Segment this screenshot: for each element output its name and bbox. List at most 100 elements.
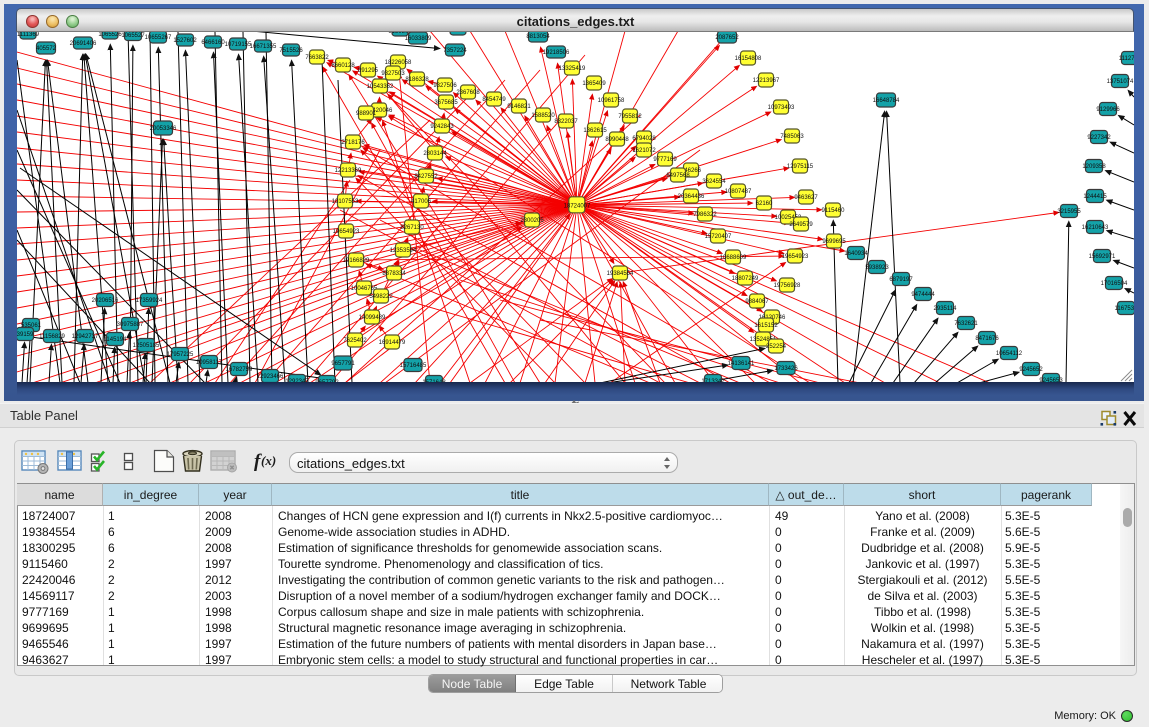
svg-text:8813054: 8813054 — [526, 34, 550, 40]
svg-text:9463627: 9463627 — [794, 195, 818, 201]
svg-text:20691406: 20691406 — [70, 41, 97, 47]
svg-text:19654923: 19654923 — [782, 254, 809, 260]
svg-text:8878334: 8878334 — [382, 271, 406, 277]
svg-text:1292347: 1292347 — [285, 379, 309, 382]
svg-text:2718176: 2718176 — [341, 140, 365, 146]
svg-text:1640934: 1640934 — [844, 251, 868, 257]
svg-text:2367608: 2367608 — [456, 90, 480, 96]
svg-text:8427552: 8427552 — [414, 174, 438, 180]
svg-text:9884067: 9884067 — [745, 299, 769, 305]
svg-text:1588520: 1588520 — [531, 113, 555, 119]
svg-text:6879197: 6879197 — [889, 277, 913, 283]
svg-text:9245653: 9245653 — [1039, 378, 1063, 382]
svg-text:39159: 39159 — [17, 332, 34, 338]
svg-text:10688609: 10688609 — [720, 255, 747, 261]
svg-text:14136141: 14136141 — [728, 361, 755, 367]
svg-text:19756928: 19756928 — [774, 283, 801, 289]
svg-text:9474444: 9474444 — [911, 292, 935, 298]
svg-text:12213369: 12213369 — [335, 168, 362, 174]
svg-text:15716485: 15716485 — [400, 363, 427, 369]
svg-text:3215955: 3215955 — [1057, 209, 1081, 215]
svg-text:12353594: 12353594 — [390, 248, 417, 254]
svg-text:2300205: 2300205 — [520, 218, 544, 224]
svg-text:20206516: 20206516 — [92, 298, 119, 304]
svg-text:8267130: 8267130 — [400, 225, 424, 231]
svg-text:1615152: 1615152 — [754, 323, 778, 329]
svg-text:988901: 988901 — [356, 111, 377, 117]
svg-text:1111369: 1111369 — [17, 32, 40, 38]
svg-text:891295: 891295 — [358, 68, 379, 74]
svg-text:1145194: 1145194 — [104, 337, 128, 343]
svg-text:17957225: 17957225 — [167, 352, 194, 358]
svg-text:8471676: 8471676 — [975, 336, 999, 342]
svg-text:13325419: 13325419 — [559, 66, 586, 72]
svg-text:1167533: 1167533 — [1115, 306, 1134, 312]
svg-text:417006: 417006 — [411, 199, 432, 205]
svg-text:9115460: 9115460 — [822, 208, 846, 214]
svg-text:9777169: 9777169 — [653, 157, 677, 163]
svg-text:1365409: 1365409 — [582, 81, 606, 87]
svg-text:8660128: 8660128 — [331, 63, 355, 69]
svg-text:9245652: 9245652 — [1019, 367, 1043, 373]
svg-text:9657791: 9657791 — [331, 361, 355, 367]
svg-text:2087652: 2087652 — [715, 35, 739, 41]
svg-text:7485063: 7485063 — [780, 134, 804, 140]
svg-text:11156829: 11156829 — [39, 334, 65, 340]
svg-text:9242843: 9242843 — [430, 124, 454, 130]
svg-text:7515526: 7515526 — [279, 48, 303, 54]
svg-text:12505185: 12505185 — [133, 343, 160, 349]
svg-text:16671355: 16671355 — [250, 44, 277, 50]
svg-text:13751074: 13751074 — [1107, 79, 1134, 85]
svg-text:6497568: 6497568 — [666, 173, 690, 179]
svg-text:2935114: 2935114 — [934, 306, 958, 312]
svg-text:19218506: 19218506 — [543, 50, 570, 56]
svg-text:405572: 405572 — [36, 46, 57, 52]
svg-text:2649579: 2649579 — [789, 222, 813, 228]
svg-text:7632621: 7632621 — [954, 321, 978, 327]
svg-text:8990448: 8990448 — [605, 137, 629, 143]
svg-text:18226058: 18226058 — [385, 60, 412, 66]
svg-text:1065526: 1065526 — [98, 32, 122, 38]
svg-text:18724007: 18724007 — [564, 203, 591, 209]
svg-text:8322037: 8322037 — [554, 119, 578, 125]
svg-text:12942737: 12942737 — [72, 334, 99, 340]
svg-text:7663822: 7663822 — [305, 55, 329, 61]
svg-text:30975887: 30975887 — [117, 322, 144, 328]
svg-text:1362615: 1362615 — [583, 128, 607, 134]
svg-text:19384554: 19384554 — [607, 271, 634, 277]
svg-text:16033809: 16033809 — [405, 36, 432, 42]
svg-text:9327503: 9327503 — [381, 71, 405, 77]
svg-text:10655267: 10655267 — [145, 35, 172, 41]
svg-text:1527602: 1527602 — [173, 38, 197, 44]
svg-text:3675685: 3675685 — [434, 100, 458, 106]
svg-text:16914479: 16914479 — [379, 340, 406, 346]
svg-text:9146821: 9146821 — [507, 104, 531, 110]
svg-text:(x): (x) — [261, 453, 276, 468]
svg-text:8454749: 8454749 — [482, 97, 506, 103]
svg-text:20053346: 20053346 — [150, 126, 177, 132]
svg-text:9657792: 9657792 — [315, 380, 339, 382]
svg-text:1713342: 1713342 — [701, 379, 725, 382]
svg-text:10543362: 10543362 — [367, 84, 394, 90]
svg-text:5938923: 5938923 — [865, 265, 889, 271]
svg-text:7625402: 7625402 — [343, 338, 367, 344]
svg-text:10961758: 10961758 — [598, 98, 625, 104]
svg-text:1903379: 1903379 — [446, 32, 470, 34]
svg-text:10973493: 10973493 — [768, 105, 795, 111]
svg-text:7357224: 7357224 — [443, 48, 467, 54]
svg-text:9227342: 9227342 — [1087, 135, 1111, 141]
svg-text:7986322: 7986322 — [693, 212, 717, 218]
svg-text:9327506: 9327506 — [433, 83, 457, 89]
svg-text:9129966: 9129966 — [1096, 107, 1120, 113]
svg-text:16210643: 16210643 — [1082, 225, 1109, 231]
svg-text:252254: 252254 — [766, 344, 787, 350]
svg-text:1621072: 1621072 — [632, 148, 656, 154]
svg-text:17016504: 17016504 — [1101, 281, 1128, 287]
svg-text:10807487: 10807487 — [725, 189, 752, 195]
svg-text:62160: 62160 — [756, 201, 773, 207]
svg-text:7955812: 7955812 — [618, 114, 642, 120]
svg-text:17359924: 17359924 — [136, 298, 163, 304]
svg-text:1733426: 1733426 — [774, 366, 798, 372]
svg-text:15692971: 15692971 — [1089, 254, 1116, 260]
svg-text:1209358: 1209358 — [1082, 164, 1106, 170]
